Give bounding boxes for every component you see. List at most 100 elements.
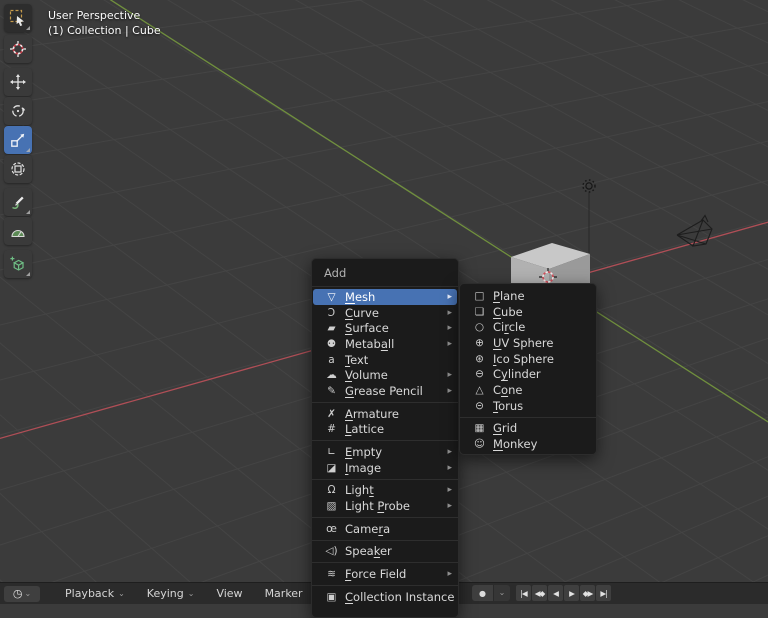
- play-button[interactable]: ▶: [564, 585, 579, 601]
- playback-controls: ● ⌄ |◀ ◀◆ ◀ ▶ ◆▶ ▶|: [472, 585, 611, 601]
- menu-item-monkey[interactable]: ☺ Monkey: [460, 436, 596, 452]
- menu-item-mesh[interactable]: ▽ Mesh ▸: [313, 289, 457, 305]
- menu-item-label: Text: [345, 352, 369, 367]
- menu-item-ico-sphere[interactable]: ⊛ Ico Sphere: [460, 351, 596, 367]
- add-menu: Add ▽ Mesh ▸ Ɔ Curve ▸ ▰ Surface ▸ ⚉ Metaball ▸ a Tex…: [311, 258, 459, 618]
- menu-item-label: Plane: [493, 288, 525, 303]
- uv-sphere-icon: ⊕: [475, 336, 484, 349]
- menu-item-plane[interactable]: □ Plane: [460, 288, 596, 304]
- view-perspective-label: User Perspective: [48, 9, 141, 22]
- menu-item-label: Grid: [493, 421, 518, 436]
- menu-item-curve[interactable]: Ɔ Curve ▸: [312, 305, 458, 321]
- annotate-icon: [12, 196, 24, 209]
- menu-item-grease-pencil[interactable]: ✎ Grease Pencil ▸: [312, 383, 458, 399]
- add-cube-icon: [10, 256, 25, 271]
- menu-item-label: Mesh: [345, 289, 376, 304]
- menu-item-uv-sphere[interactable]: ⊕ UV Sphere: [460, 335, 596, 351]
- auto-keying-button[interactable]: ●: [472, 585, 494, 601]
- speaker-icon: ◁): [325, 545, 338, 558]
- measure-tool-button[interactable]: [4, 217, 32, 245]
- light-icon: Ω: [327, 484, 336, 497]
- menu-item-label: Cone: [493, 382, 523, 397]
- rotate-tool-button[interactable]: [4, 97, 32, 125]
- light-object[interactable]: [582, 179, 596, 268]
- menu-item-grid[interactable]: ▦ Grid: [460, 421, 596, 437]
- jump-to-prev-keyframe-button[interactable]: ◀◆: [532, 585, 547, 601]
- armature-icon: ✗: [327, 407, 336, 420]
- menu-item-label: Grease Pencil: [345, 383, 423, 398]
- menu-item-camera[interactable]: œ Camera: [312, 521, 458, 537]
- menu-item-label: Metaball: [345, 336, 395, 351]
- volume-icon: ☁: [326, 369, 337, 382]
- menu-item-speaker[interactable]: ◁) Speaker: [312, 544, 458, 560]
- menu-item-label: Image: [345, 460, 382, 475]
- menu-item-cube[interactable]: ❏ Cube: [460, 304, 596, 320]
- menu-item-cone[interactable]: △ Cone: [460, 382, 596, 398]
- camera-icon: œ: [326, 522, 337, 535]
- add-cube-tool-button[interactable]: [4, 250, 32, 278]
- select-box-icon: [9, 9, 24, 26]
- annotate-tool-button[interactable]: [4, 188, 32, 216]
- submenu-arrow-icon: ▸: [447, 307, 452, 318]
- submenu-arrow-icon: ▸: [447, 385, 452, 396]
- submenu-arrow-icon: ▸: [447, 323, 452, 334]
- menu-item-surface[interactable]: ▰ Surface ▸: [312, 320, 458, 336]
- play-reverse-button[interactable]: ◀: [548, 585, 563, 601]
- jump-to-prev-keyframe-icon: ◀◆: [534, 588, 546, 598]
- measure-icon: [11, 229, 25, 238]
- menu-item-label: Ico Sphere: [493, 351, 554, 366]
- menu-item-metaball[interactable]: ⚉ Metaball ▸: [312, 336, 458, 352]
- camera-object[interactable]: [676, 214, 713, 247]
- menu-item-cylinder[interactable]: ⊖ Cylinder: [460, 366, 596, 382]
- menu-item-label: Light: [345, 483, 374, 498]
- menu-separator: [312, 514, 458, 521]
- menu-separator: [312, 399, 458, 406]
- timeline-menu-view[interactable]: View: [205, 587, 253, 600]
- menu-item-label: Armature: [345, 406, 399, 421]
- menu-item-volume[interactable]: ☁ Volume ▸: [312, 367, 458, 383]
- cylinder-icon: ⊖: [475, 368, 484, 381]
- menu-item-torus[interactable]: ⊝ Torus: [460, 398, 596, 414]
- menu-item-force-field[interactable]: ≋ Force Field ▸: [312, 566, 458, 582]
- transform-icon: [11, 162, 25, 176]
- menu-item-empty[interactable]: ∟ Empty ▸: [312, 444, 458, 460]
- menu-item-armature[interactable]: ✗ Armature: [312, 406, 458, 422]
- editor-type-selector[interactable]: ◷ ⌄: [4, 585, 40, 602]
- transform-tool-button[interactable]: [4, 155, 32, 183]
- submenu-arrow-icon: ▸: [447, 569, 452, 580]
- select-box-tool-button[interactable]: [4, 4, 32, 32]
- submenu-arrow-icon: ▸: [447, 447, 452, 458]
- viewport-header: User Perspective (1) Collection | Cube: [48, 8, 161, 38]
- auto-keying-options-button[interactable]: ⌄: [494, 585, 510, 601]
- jump-to-start-button[interactable]: |◀: [516, 585, 531, 601]
- jump-to-start-icon: |◀: [520, 588, 527, 598]
- submenu-arrow-icon: ▸: [447, 485, 452, 496]
- metaball-icon: ⚉: [326, 337, 337, 350]
- menu-item-lattice[interactable]: # Lattice: [312, 422, 458, 438]
- play-icon: ▶: [569, 588, 575, 598]
- scale-tool-button[interactable]: [4, 126, 32, 154]
- timeline-menu-playback[interactable]: Playback ⌄: [54, 587, 136, 600]
- menu-item-label: Circle: [493, 320, 526, 335]
- timeline-menu-marker[interactable]: Marker: [254, 587, 314, 600]
- rotate-icon: [12, 105, 26, 117]
- cursor-tool-button[interactable]: [4, 35, 32, 63]
- surface-icon: ▰: [327, 322, 336, 335]
- menu-item-collection-instance[interactable]: ▣ Collection Instance▸: [312, 589, 458, 605]
- lattice-icon: #: [327, 423, 336, 436]
- timeline-menu-keying[interactable]: Keying ⌄: [136, 587, 206, 600]
- menu-item-label: Light Probe: [345, 499, 410, 514]
- jump-to-end-button[interactable]: ▶|: [596, 585, 611, 601]
- menu-item-image[interactable]: ◪ Image ▸: [312, 460, 458, 476]
- menu-item-light-probe[interactable]: ▨ Light Probe ▸: [312, 498, 458, 514]
- move-tool-button[interactable]: [4, 68, 32, 96]
- menu-item-label: Surface: [345, 321, 389, 336]
- menu-item-text[interactable]: a Text: [312, 352, 458, 368]
- menu-item-light[interactable]: Ω Light ▸: [312, 483, 458, 499]
- jump-to-next-keyframe-button[interactable]: ◆▶: [580, 585, 595, 601]
- menu-item-label: Force Field: [345, 567, 407, 582]
- play-reverse-icon: ◀: [553, 588, 559, 598]
- menu-item-circle[interactable]: ○ Circle: [460, 319, 596, 335]
- menu-item-label: Cube: [493, 304, 523, 319]
- grid-icon: ▦: [474, 422, 485, 435]
